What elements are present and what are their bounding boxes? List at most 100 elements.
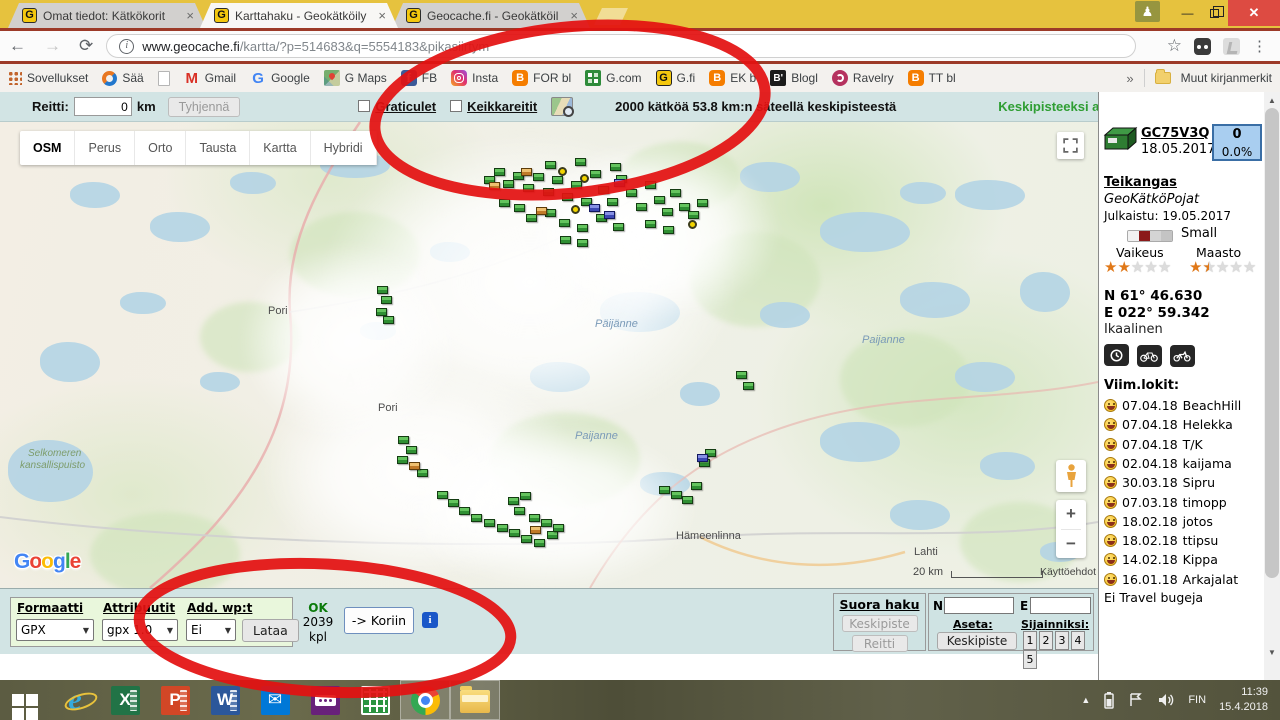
cache-marker[interactable] <box>503 180 514 188</box>
graticule-checkbox[interactable] <box>358 100 370 112</box>
page-scrollbar[interactable]: ▲ ▼ <box>1264 92 1280 680</box>
cache-marker[interactable] <box>536 207 547 215</box>
other-bookmarks-label[interactable]: Muut kirjanmerkit <box>1181 71 1272 85</box>
log-entry[interactable]: 07.03.18timopp <box>1104 495 1227 510</box>
url-field[interactable]: i www.geocache.fi/kartta/?p=514683&q=555… <box>106 34 1136 58</box>
bookmark-item[interactable]: BTT bl <box>908 70 956 86</box>
log-entry[interactable]: 07.04.18Helekka <box>1104 417 1233 432</box>
cache-marker[interactable] <box>376 308 387 316</box>
cache-marker[interactable] <box>521 168 532 176</box>
taskbar-internet-explorer[interactable]: e <box>50 680 100 720</box>
cache-marker[interactable] <box>560 236 571 244</box>
bookmark-item[interactable]: MGmail <box>184 70 236 86</box>
cache-marker[interactable] <box>571 181 582 189</box>
cache-marker[interactable] <box>598 186 609 194</box>
bookmark-item[interactable] <box>158 71 170 86</box>
cache-marker[interactable] <box>671 491 682 499</box>
browser-tab[interactable]: GOmat tiedot: Kätkökorit× <box>8 3 206 28</box>
taskbar-calculator-app[interactable] <box>350 680 400 720</box>
bookmark-item[interactable]: fFB <box>401 70 437 86</box>
n-coordinate-input[interactable] <box>944 597 1014 614</box>
cache-marker[interactable] <box>534 539 545 547</box>
cache-marker[interactable] <box>509 529 520 537</box>
bookmark-star-icon[interactable]: ☆ <box>1167 36 1182 56</box>
download-button[interactable]: Lataa <box>242 619 299 642</box>
cache-marker[interactable] <box>743 382 754 390</box>
back-icon[interactable]: ← <box>0 36 35 56</box>
action-center-flag-icon[interactable] <box>1128 692 1144 708</box>
cache-marker[interactable] <box>533 173 544 181</box>
cache-marker[interactable] <box>530 526 541 534</box>
set-center-button[interactable]: Keskipiste <box>937 632 1017 650</box>
to-basket-button[interactable]: -> Koriin <box>344 607 414 634</box>
taskbar-remote-app[interactable] <box>300 680 350 720</box>
forward-icon[interactable]: → <box>35 36 70 56</box>
map-canvas[interactable]: PoriPoriPäijännePaijannePaijanneHämeenli… <box>0 122 1098 588</box>
cache-marker[interactable] <box>484 519 495 527</box>
cache-marker[interactable] <box>523 184 534 192</box>
cache-marker[interactable] <box>679 203 690 211</box>
taskbar-powerpoint[interactable]: P <box>150 680 200 720</box>
center-search-button[interactable]: Keskipiste <box>842 615 918 632</box>
log-entry[interactable]: 16.01.18Arkajalat <box>1104 572 1238 587</box>
fullscreen-button[interactable] <box>1057 132 1084 159</box>
bookmark-item[interactable]: G Maps <box>324 70 387 86</box>
location-slot-button-5[interactable]: 5 <box>1023 650 1037 669</box>
cache-marker[interactable] <box>626 189 637 197</box>
cache-marker[interactable] <box>409 462 420 470</box>
cache-marker[interactable] <box>613 223 624 231</box>
bookmark-item[interactable]: BFOR bl <box>512 70 571 86</box>
bookmark-item[interactable]: GG.fi <box>656 70 696 86</box>
log-entry[interactable]: 02.04.18kaijama <box>1104 456 1232 471</box>
bookmark-item[interactable]: GGoogle <box>250 70 310 86</box>
cache-marker[interactable] <box>589 204 600 212</box>
cache-marker[interactable] <box>670 189 681 197</box>
log-entry[interactable]: 14.02.18Kippa <box>1104 552 1218 567</box>
taskbar-chrome[interactable] <box>400 680 450 720</box>
cache-marker[interactable] <box>381 296 392 304</box>
cache-marker[interactable] <box>547 531 558 539</box>
map-search-icon[interactable] <box>551 97 573 116</box>
cache-marker[interactable] <box>398 436 409 444</box>
log-entry[interactable]: 30.03.18Sipru <box>1104 475 1215 490</box>
cache-marker[interactable] <box>614 179 625 187</box>
close-button[interactable]: ✕ <box>1228 0 1280 26</box>
profile-icon[interactable]: ♟︎ <box>1135 1 1160 22</box>
time-icon[interactable] <box>1104 344 1129 366</box>
cache-marker[interactable] <box>662 208 673 216</box>
cache-name-link[interactable]: Teikangas <box>1104 175 1177 190</box>
log-entry[interactable]: 07.04.18T/K <box>1104 437 1203 452</box>
cache-marker[interactable] <box>736 371 747 379</box>
volume-icon[interactable] <box>1157 692 1175 708</box>
gigroutes-label[interactable]: Keikkareitit <box>467 99 537 114</box>
cache-marker[interactable] <box>659 486 670 494</box>
bookmark-item[interactable]: Insta <box>451 70 498 86</box>
bookmark-item[interactable]: B'Blogl <box>770 70 818 86</box>
cache-marker[interactable] <box>688 211 699 219</box>
info-icon[interactable]: i <box>422 612 438 628</box>
new-tab-button[interactable] <box>594 8 628 25</box>
bookmark-item[interactable]: Ravelry <box>832 70 894 86</box>
taskbar-mail[interactable]: ✉ <box>250 680 300 720</box>
start-button[interactable] <box>0 680 50 720</box>
cache-marker[interactable] <box>406 446 417 454</box>
zoom-out-button[interactable]: − <box>1056 530 1086 559</box>
cache-marker[interactable] <box>417 469 428 477</box>
cache-marker[interactable] <box>471 514 482 522</box>
bookmark-item[interactable]: Sää <box>102 71 143 86</box>
cache-marker[interactable] <box>521 535 532 543</box>
route-length-input[interactable] <box>74 97 132 116</box>
cache-marker[interactable] <box>541 519 552 527</box>
scroll-down-icon[interactable]: ▼ <box>1264 644 1280 660</box>
taskbar-clock[interactable]: 11:39 15.4.2018 <box>1219 685 1268 715</box>
cache-marker[interactable] <box>610 163 621 171</box>
cache-marker[interactable] <box>663 226 674 234</box>
cache-marker[interactable] <box>577 224 588 232</box>
cache-marker[interactable] <box>604 211 615 219</box>
clear-route-button[interactable]: Tyhjennä <box>168 97 241 117</box>
cache-marker[interactable] <box>489 182 500 190</box>
bookmark-item[interactable]: G.com <box>585 70 641 86</box>
cache-marker[interactable] <box>636 203 647 211</box>
cache-marker[interactable] <box>397 456 408 464</box>
cache-marker[interactable] <box>645 181 656 189</box>
